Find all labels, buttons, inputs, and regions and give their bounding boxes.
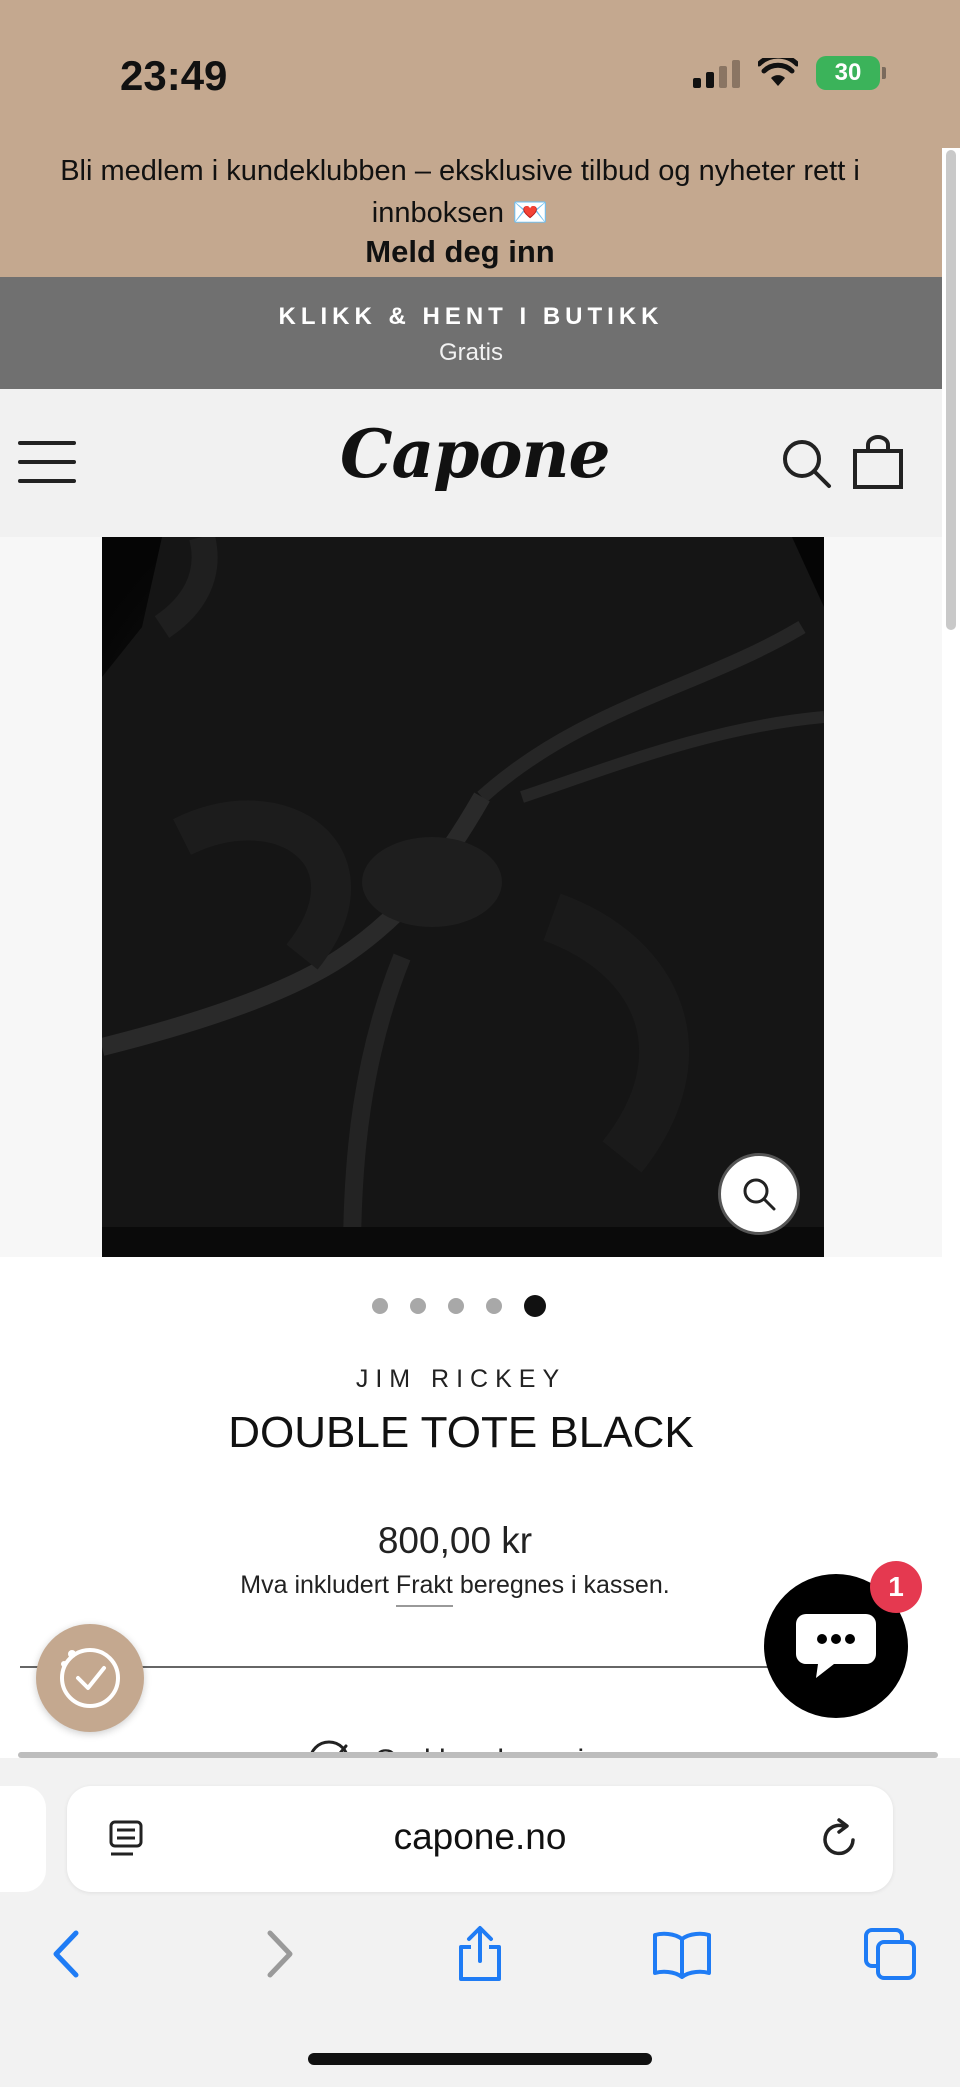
wifi-icon bbox=[758, 58, 798, 86]
zoom-icon[interactable] bbox=[718, 1153, 800, 1235]
search-icon[interactable] bbox=[780, 437, 832, 489]
page-scrollbar[interactable] bbox=[946, 150, 956, 630]
product-price: 800,00 kr bbox=[377, 1520, 533, 1561]
carousel-dot-active[interactable] bbox=[524, 1295, 546, 1317]
status-time: 23:49 bbox=[120, 52, 228, 99]
carousel-dot[interactable] bbox=[372, 1298, 388, 1314]
signup-link[interactable]: Meld deg inn bbox=[0, 234, 920, 270]
menu-icon[interactable] bbox=[18, 441, 76, 483]
shopping-bag-icon[interactable] bbox=[852, 435, 904, 489]
site-logo[interactable]: Capone bbox=[340, 415, 610, 493]
site-header: Capone bbox=[0, 389, 942, 537]
url-text[interactable]: capone.no bbox=[67, 1816, 893, 1858]
product-image[interactable] bbox=[102, 537, 824, 1257]
address-bar[interactable]: capone.no bbox=[67, 1786, 893, 1892]
promo-text: Bli medlem i kundeklubben – eksklusive t… bbox=[60, 155, 860, 229]
loyalty-cookie-icon[interactable] bbox=[36, 1624, 144, 1732]
share-icon[interactable] bbox=[450, 1924, 510, 1984]
tax-suffix: beregnes i kassen. bbox=[459, 1571, 670, 1599]
previous-tab-peek[interactable] bbox=[0, 1786, 46, 1892]
back-icon[interactable] bbox=[38, 1924, 98, 1984]
reload-icon[interactable] bbox=[819, 1818, 861, 1860]
battery-charging-icon: 30 bbox=[816, 56, 886, 90]
pickup-banner[interactable]: KLIKK & HENT I BUTIKK Gratis bbox=[0, 277, 942, 389]
carousel-dot[interactable] bbox=[448, 1298, 464, 1314]
carousel-dots bbox=[372, 1295, 546, 1317]
carousel-dot[interactable] bbox=[410, 1298, 426, 1314]
tax-note: Mva inkludert Frakt beregnes i kassen. bbox=[0, 1571, 910, 1607]
home-indicator[interactable] bbox=[308, 2053, 652, 2065]
tabs-icon[interactable] bbox=[860, 1924, 920, 1984]
carousel-dot[interactable] bbox=[486, 1298, 502, 1314]
bookmarks-icon[interactable] bbox=[652, 1924, 712, 1984]
battery-level: 30 bbox=[834, 59, 862, 86]
forward-icon[interactable] bbox=[248, 1924, 308, 1984]
shipping-link[interactable]: Frakt bbox=[395, 1571, 453, 1607]
product-brand[interactable]: JIM RICKEY bbox=[0, 1365, 922, 1394]
browser-scroll-indicator bbox=[18, 1752, 938, 1758]
status-icons: 30 bbox=[693, 56, 886, 90]
product-title: DOUBLE TOTE BLACK bbox=[228, 1408, 694, 1457]
product-gallery[interactable] bbox=[0, 537, 942, 1257]
pickup-title: KLIKK & HENT I BUTIKK bbox=[278, 303, 664, 330]
chat-unread-badge: 1 bbox=[870, 1561, 922, 1613]
pickup-subtitle: Gratis bbox=[438, 339, 503, 366]
tax-prefix: Mva inkludert bbox=[240, 1571, 389, 1599]
cellular-signal-icon bbox=[693, 58, 740, 88]
